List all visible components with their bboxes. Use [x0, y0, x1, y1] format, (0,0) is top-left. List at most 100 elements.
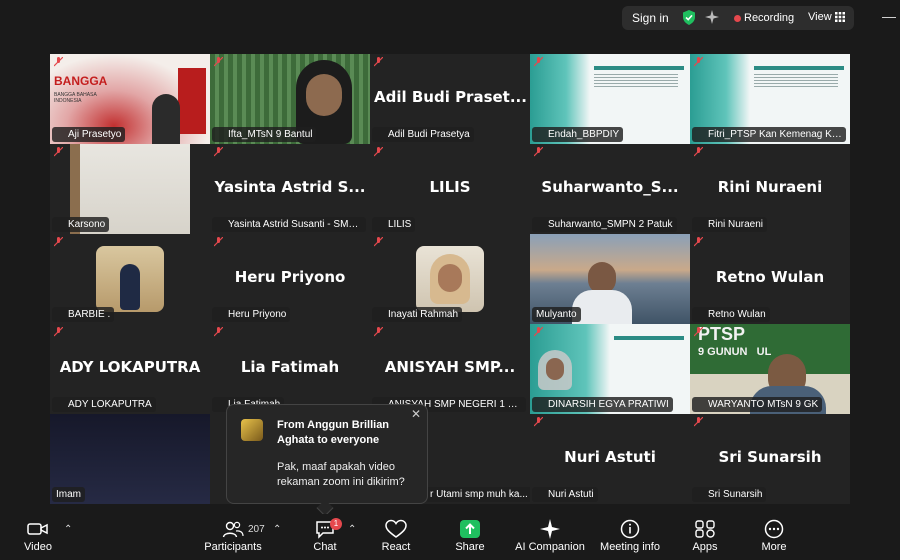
participant-tile[interactable]: PTSP 9 GUNUN UL WARYANTO MTsN 9 GK [690, 324, 850, 414]
mic-muted-icon [374, 237, 383, 247]
chat-sender: From Anggun Brillian Aghata to everyone [277, 419, 390, 446]
sparkle-icon[interactable] [705, 10, 719, 24]
participant-tile[interactable]: Sri Sunarsih Sri Sunarsih [690, 414, 850, 504]
meeting-info-button[interactable]: Meeting info [598, 519, 662, 553]
participant-display-name: Lia Fatimah [240, 358, 340, 376]
participant-name: Aji Prasetyo [52, 127, 126, 142]
apps-button[interactable]: Apps [688, 519, 722, 553]
participant-tile[interactable]: Karsono [50, 144, 210, 234]
sparkle-icon [540, 519, 560, 539]
participant-tile[interactable]: Rini Nuraeni Rini Nuraeni [690, 144, 850, 234]
meeting-toolbar: Video ⌃ Participants 207 ⌃ Chat ⌃ React … [0, 514, 900, 560]
participant-name: WARYANTO MTsN 9 GK [692, 397, 823, 412]
participant-display-name: Sri Sunarsih [718, 448, 822, 466]
shield-icon[interactable] [682, 10, 696, 25]
person-face [546, 358, 564, 380]
participant-tile[interactable]: ANISYAH SMP... ANISYAH SMP NEGERI 1 BA..… [370, 324, 530, 414]
participant-tile[interactable]: Adil Budi Praset... Adil Budi Prasetya [370, 54, 530, 144]
participant-display-name: Retno Wulan [715, 268, 825, 286]
info-icon [620, 519, 640, 539]
chevron-up-icon[interactable]: ⌃ [348, 524, 356, 535]
participant-name: Mulyanto [532, 307, 581, 322]
participant-display-name: ADY LOKAPUTRA [59, 358, 201, 376]
video-button[interactable]: Video [20, 519, 56, 553]
chat-notification-popup[interactable]: From Anggun Brillian Aghata to everyone … [226, 404, 428, 517]
participant-name: Karsono [52, 217, 110, 232]
slide-heading-bar [754, 66, 844, 70]
chevron-up-icon[interactable]: ⌃ [64, 524, 72, 535]
slide-heading-bar [594, 66, 684, 70]
participant-tile[interactable]: Suharwanto_S... Suharwanto_SMPN 2 Patuk [530, 144, 690, 234]
participants-icon [222, 521, 244, 538]
participant-name: r Utami smp muh ka... [426, 487, 530, 502]
person-face [306, 74, 342, 116]
participant-name: Nuri Astuti [532, 487, 598, 502]
participant-tile[interactable]: LILIS LILIS [370, 144, 530, 234]
slide-text-lines [594, 74, 678, 88]
mic-muted-icon [214, 237, 223, 247]
participant-display-name: Rini Nuraeni [717, 178, 823, 196]
apps-label: Apps [692, 541, 718, 553]
participant-tile[interactable]: Imam [50, 414, 210, 504]
view-button[interactable]: View [808, 11, 832, 23]
participant-display-name: LILIS [429, 178, 471, 196]
heart-icon [385, 519, 407, 538]
participant-display-name: Yasinta Astrid S... [214, 178, 366, 196]
chevron-up-icon[interactable]: ⌃ [273, 524, 281, 535]
participant-tile[interactable]: BANGGA BANGGA BAHASA INDONESIA Aji Prase… [50, 54, 210, 144]
participant-tile[interactable]: Yasinta Astrid S... Yasinta Astrid Susan… [210, 144, 370, 234]
mic-muted-icon [374, 57, 383, 67]
share-button[interactable]: Share [452, 519, 488, 553]
participant-name: Inayati Rahmah [372, 307, 463, 322]
sign-in-button[interactable]: Sign in [632, 11, 669, 25]
avatar [241, 419, 263, 441]
top-bar: Sign in Recording View — [0, 0, 900, 36]
participant-tile[interactable]: Nuri Astuti Nuri Astuti [530, 414, 690, 504]
close-icon[interactable]: ✕ [411, 407, 421, 421]
participant-display-name: Nuri Astuti [564, 448, 656, 466]
participant-tile[interactable]: Inayati Rahmah [370, 234, 530, 324]
mic-muted-icon [534, 147, 543, 157]
participant-name: Endah_BBPDIY [532, 127, 624, 142]
mic-muted-icon [534, 327, 543, 337]
participant-name: Sri Sunarsih [692, 487, 767, 502]
participant-name: Heru Priyono [212, 307, 291, 322]
more-icon [764, 519, 784, 539]
poster-image [178, 68, 206, 134]
participant-tile[interactable]: Fitri_PTSP Kan Kemenag Kot... [690, 54, 850, 144]
participant-tile[interactable]: DINARSIH EGYA PRATIWI [530, 324, 690, 414]
recording-status[interactable]: Recording [744, 12, 794, 24]
participant-tile[interactable]: BARBIE . [50, 234, 210, 324]
mic-muted-icon [54, 147, 63, 157]
mic-muted-icon [214, 327, 223, 337]
participant-tile[interactable]: Retno Wulan Retno Wulan [690, 234, 850, 324]
minimize-button[interactable]: — [882, 8, 896, 24]
mic-muted-icon [54, 57, 63, 67]
react-label: React [381, 541, 411, 553]
participant-tile[interactable]: Endah_BBPDIY [530, 54, 690, 144]
participant-tile[interactable]: ADY LOKAPUTRA ADY LOKAPUTRA [50, 324, 210, 414]
mic-muted-icon [214, 147, 223, 157]
grid-view-icon[interactable] [835, 12, 845, 22]
person-figure [120, 264, 140, 310]
video-camera-icon [27, 523, 48, 535]
participant-tile[interactable]: Ifta_MTsN 9 Bantul [210, 54, 370, 144]
participant-tile[interactable]: Heru Priyono Heru Priyono [210, 234, 370, 324]
active-speaker-tile[interactable]: Mulyanto [530, 234, 690, 324]
participant-grid: BANGGA BANGGA BAHASA INDONESIA Aji Prase… [50, 54, 850, 504]
ai-companion-button[interactable]: AI Companion [514, 519, 586, 553]
participant-name: Yasinta Astrid Susanti - SMP... [212, 217, 366, 232]
mic-muted-icon [214, 57, 223, 67]
more-button[interactable]: More [756, 519, 792, 553]
mic-muted-icon [694, 327, 703, 337]
mic-muted-icon [54, 327, 63, 337]
participant-name: ADY LOKAPUTRA [52, 397, 156, 412]
sign-text: 9 GUNUN UL [698, 346, 772, 358]
participant-name: BARBIE . [52, 307, 115, 322]
participant-display-name: Heru Priyono [234, 268, 346, 286]
sign-text: PTSP [698, 324, 746, 344]
slide-heading-bar [614, 336, 684, 340]
react-button[interactable]: React [378, 519, 414, 553]
share-screen-icon [460, 520, 480, 538]
participant-tile[interactable]: Lia Fatimah Lia Fatimah [210, 324, 370, 414]
